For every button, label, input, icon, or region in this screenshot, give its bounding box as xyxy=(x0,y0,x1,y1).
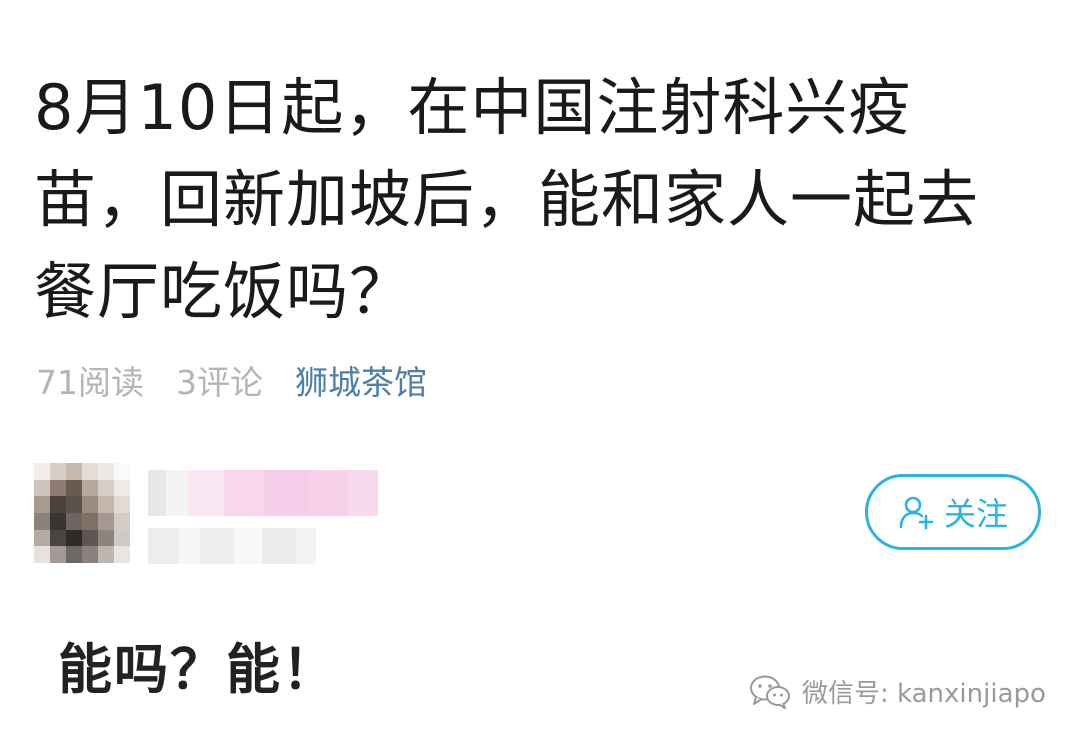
avatar[interactable] xyxy=(34,463,130,563)
post-meta: 71阅读 3评论 狮城茶馆 xyxy=(36,355,427,405)
answer-text: 能吗？能！ xyxy=(58,638,338,701)
post-page: 8月10日起，在中国注射科兴疫苗，回新加坡后，能和家人一起去餐厅吃饭吗？ 71阅… xyxy=(0,0,1080,742)
wechat-icon xyxy=(750,675,790,709)
question-title: 8月10日起，在中国注射科兴疫苗，回新加坡后，能和家人一起去餐厅吃饭吗？ xyxy=(34,71,980,328)
watermark-text: 微信号: kanxinjiapo xyxy=(802,678,1046,709)
author-info-redacted xyxy=(148,528,316,564)
follow-button[interactable]: 关注 xyxy=(865,474,1041,550)
view-count: 71阅读 xyxy=(36,363,144,402)
comment-count[interactable]: 3评论 xyxy=(176,356,263,404)
follow-label: 关注 xyxy=(943,495,1008,533)
add-user-icon xyxy=(899,496,934,530)
author-name-redacted[interactable] xyxy=(148,470,378,516)
channel-link[interactable]: 狮城茶馆 xyxy=(295,356,427,404)
wechat-watermark: 微信号: kanxinjiapo xyxy=(748,668,1046,714)
